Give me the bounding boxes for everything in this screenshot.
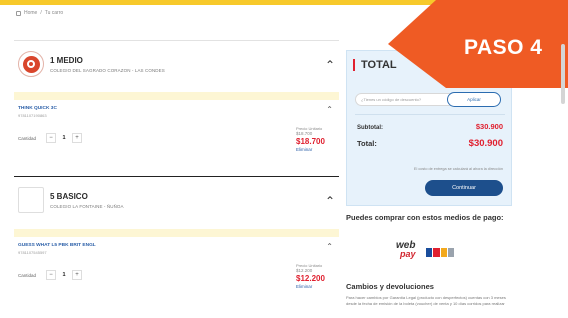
school-header[interactable]: 1 MEDIO COLEGIO DEL SAGRADO CORAZON - LA…: [14, 40, 339, 92]
total-value: $30.900: [468, 138, 503, 149]
chevron-up-icon[interactable]: ⌃: [326, 242, 333, 251]
increase-button[interactable]: +: [72, 133, 82, 143]
product-sku: 9781107190863: [18, 113, 47, 118]
item-total: $12.200: [296, 274, 325, 283]
increase-button[interactable]: +: [72, 270, 82, 280]
total-label: Total:: [357, 139, 377, 148]
school-header[interactable]: 5 BASICO COLEGIO LA FONTAINE - ÑUÑOA ⌃: [14, 177, 339, 229]
chevron-up-icon[interactable]: ⌃: [325, 195, 335, 207]
highlight-strip: [14, 92, 339, 100]
payment-methods-title: Puedes comprar con estos medios de pago:: [346, 213, 504, 222]
item-total: $18.700: [296, 137, 325, 146]
quantity-stepper: − 1 +: [46, 133, 82, 143]
price-column: Precio Unitario $18.700 $18.700 Eliminar: [296, 126, 340, 153]
summary-divider: [355, 114, 505, 115]
chevron-up-icon[interactable]: ⌃: [325, 59, 335, 71]
scrollbar[interactable]: [560, 40, 566, 310]
product-title[interactable]: THINK QUICK 3C: [18, 106, 57, 111]
decrease-button[interactable]: −: [46, 133, 56, 143]
quantity-value[interactable]: 1: [56, 133, 72, 143]
delivery-note: El costo de entrega se calculará al ahor…: [413, 167, 503, 171]
breadcrumb-home[interactable]: Home: [24, 10, 37, 16]
breadcrumb: Home / Tu carro: [16, 10, 63, 16]
title-accent-bar: [353, 59, 355, 71]
breadcrumb-current: Tu carro: [44, 10, 64, 16]
price-column: Precio Unitario $12.200 $12.200 Eliminar: [296, 263, 340, 290]
grade-title: 5 BASICO: [50, 192, 88, 201]
apply-coupon-button[interactable]: Aplicar: [447, 92, 501, 107]
continue-button[interactable]: Continuar: [425, 180, 503, 196]
school-name: COLEGIO LA FONTAINE - ÑUÑOA: [50, 204, 124, 209]
subtotal-value: $30.900: [475, 122, 503, 131]
highlight-strip: [14, 229, 339, 237]
card-brands-icon: [426, 248, 454, 257]
subtotal-row: Subtotal: $30.900: [357, 122, 503, 131]
cart-list: 1 MEDIO COLEGIO DEL SAGRADO CORAZON - LA…: [14, 40, 339, 303]
home-icon[interactable]: [16, 10, 21, 16]
school-name: COLEGIO DEL SAGRADO CORAZON - LAS CONDES: [50, 68, 165, 73]
total-row: Total: $30.900: [357, 138, 503, 149]
school-logo: [18, 51, 44, 77]
scrollbar-thumb[interactable]: [561, 44, 565, 104]
step-banner-text: PASO 4: [464, 36, 543, 59]
remove-link[interactable]: Eliminar: [296, 284, 340, 290]
quantity-label: Cantidad: [18, 136, 37, 141]
school-logo: [18, 187, 44, 213]
subtotal-label: Subtotal:: [357, 125, 383, 131]
cart-item: THINK QUICK 3C 9781107190863 ⌃ Cantidad …: [14, 104, 339, 166]
grade-title: 1 MEDIO: [50, 56, 83, 65]
breadcrumb-separator: /: [40, 10, 42, 16]
decrease-button[interactable]: −: [46, 270, 56, 280]
quantity-value[interactable]: 1: [56, 270, 72, 280]
chevron-up-icon[interactable]: ⌃: [326, 105, 333, 114]
product-title[interactable]: GUESS WHAT L5 PBK BRIT ENGL: [18, 243, 96, 248]
webpay-logo: web pay: [394, 240, 458, 262]
returns-title: Cambios y devoluciones: [346, 282, 434, 291]
webpay-logo-word2: pay: [400, 249, 416, 259]
product-sku: 9781107545597: [18, 250, 47, 255]
remove-link[interactable]: Eliminar: [296, 147, 340, 153]
quantity-stepper: − 1 +: [46, 270, 82, 280]
returns-text: Para hacer cambios por Garantía Legal (p…: [346, 295, 506, 306]
coupon-input[interactable]: ¿Tienes un código de descuento?: [355, 93, 455, 106]
cart-item: GUESS WHAT L5 PBK BRIT ENGL 978110754559…: [14, 241, 339, 303]
quantity-label: Cantidad: [18, 273, 37, 278]
